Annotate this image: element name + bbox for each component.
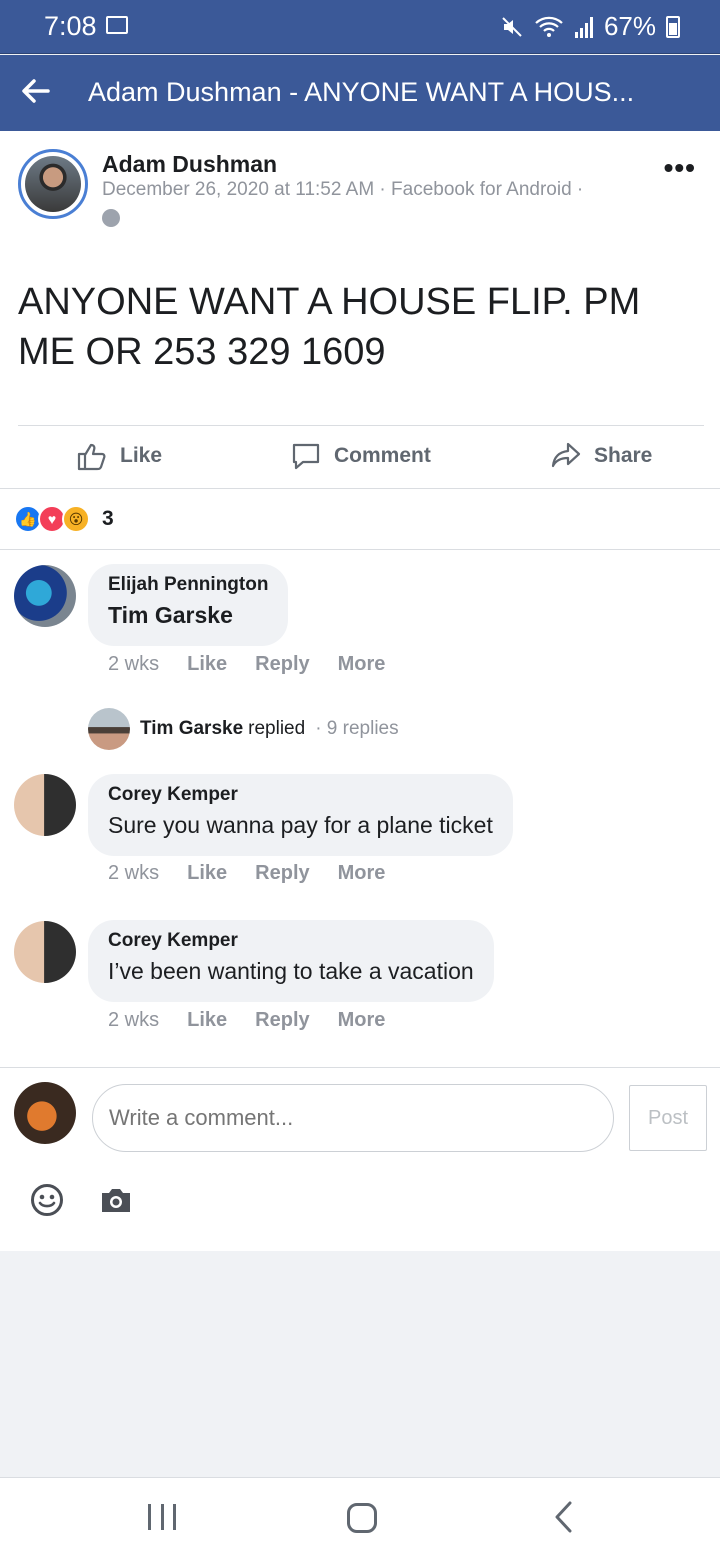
comment-more-button[interactable]: More (338, 862, 386, 885)
post-meta: December 26, 2020 at 11:52 AM · Facebook… (102, 179, 584, 200)
back-icon[interactable] (552, 1500, 574, 1540)
post-comment-button[interactable]: Post (629, 1085, 707, 1151)
commenter-avatar[interactable] (14, 565, 76, 627)
comment-actions: 2 wks Like Reply More (108, 653, 385, 676)
battery-percent: 67% (603, 11, 656, 41)
reactions-summary[interactable]: 👍 ♥ 😮 3 (14, 505, 114, 533)
signal-icon (574, 16, 593, 38)
wifi-icon (535, 16, 563, 37)
comment-actions: 2 wks Like Reply More (108, 862, 385, 885)
comment-author[interactable]: Corey Kemper (108, 784, 493, 806)
divider (0, 549, 720, 550)
divider (0, 1067, 720, 1068)
comment-bubble: Corey Kemper I’ve been wanting to take a… (88, 920, 494, 1002)
reply-count: · 9 replies (315, 718, 399, 739)
comment-button[interactable]: Comment (290, 440, 431, 472)
comment-icon (292, 443, 320, 470)
recent-apps-icon[interactable] (148, 1504, 176, 1530)
share-label: Share (594, 444, 653, 467)
comment-input[interactable] (92, 1084, 614, 1152)
more-options-icon[interactable]: ••• (664, 154, 696, 182)
status-time: 7:08 (44, 11, 97, 41)
current-user-avatar (14, 1082, 76, 1144)
camera-icon[interactable] (100, 1185, 132, 1215)
comment-like-button[interactable]: Like (187, 862, 227, 885)
share-icon (551, 442, 581, 468)
mute-icon (502, 16, 522, 37)
image-notification-icon (106, 16, 128, 34)
back-arrow-icon[interactable] (18, 73, 58, 113)
share-button[interactable]: Share (550, 440, 652, 472)
author-avatar[interactable] (18, 149, 88, 219)
comment-label: Comment (334, 444, 431, 467)
reaction-count: 3 (102, 507, 114, 530)
comment-text: I’ve been wanting to take a vacation (108, 958, 474, 984)
view-replies-link[interactable]: Tim Garske replied · 9 replies (88, 708, 399, 750)
status-icons: 67% (500, 11, 680, 42)
divider (18, 425, 704, 426)
system-nav-bar (0, 1477, 720, 1560)
commenter-avatar[interactable] (14, 921, 76, 983)
thumbs-up-icon (77, 443, 106, 471)
battery-icon (666, 15, 680, 38)
post-text: ANYONE WANT A HOUSE FLIP. PM ME OR 253 3… (18, 281, 641, 373)
like-label: Like (120, 444, 163, 467)
page-title: Adam Dushman - ANYONE WANT A HOUS... (88, 77, 635, 107)
comment-time: 2 wks (108, 1009, 160, 1031)
like-button[interactable]: Like (76, 440, 162, 472)
replier-avatar (88, 708, 130, 750)
globe-icon (102, 209, 120, 227)
reply-verb: replied (248, 718, 306, 739)
emoji-icon[interactable] (30, 1183, 64, 1217)
wow-reaction-icon: 😮 (62, 505, 90, 533)
status-bar: 7:08 67% (0, 0, 720, 54)
comment-like-button[interactable]: Like (187, 653, 227, 676)
comment-reply-button[interactable]: Reply (255, 1009, 309, 1032)
comment-bubble: Elijah Pennington Tim Garske (88, 564, 289, 646)
comment-time: 2 wks (108, 862, 160, 884)
comment-bubble: Corey Kemper Sure you wanna pay for a pl… (88, 774, 513, 856)
replier-name: Tim Garske (140, 718, 244, 739)
comment-text: Sure you wanna pay for a plane ticket (108, 812, 493, 838)
comment-reply-button[interactable]: Reply (255, 862, 309, 885)
comment-more-button[interactable]: More (338, 1009, 386, 1032)
comment-more-button[interactable]: More (338, 653, 386, 676)
comment-time: 2 wks (108, 653, 160, 675)
post-container: Adam Dushman December 26, 2020 at 11:52 … (0, 131, 720, 1251)
comment-author[interactable]: Corey Kemper (108, 930, 474, 952)
post-author[interactable]: Adam Dushman (102, 151, 277, 178)
comment-author[interactable]: Elijah Pennington (108, 574, 268, 596)
comment-like-button[interactable]: Like (187, 1009, 227, 1032)
comment-actions: 2 wks Like Reply More (108, 1009, 385, 1032)
app-bar: Adam Dushman - ANYONE WANT A HOUS... (0, 55, 720, 131)
comment-reply-button[interactable]: Reply (255, 653, 309, 676)
commenter-avatar[interactable] (14, 774, 76, 836)
divider (0, 488, 720, 489)
comment-text: Tim Garske (108, 602, 233, 628)
home-icon[interactable] (347, 1503, 377, 1533)
